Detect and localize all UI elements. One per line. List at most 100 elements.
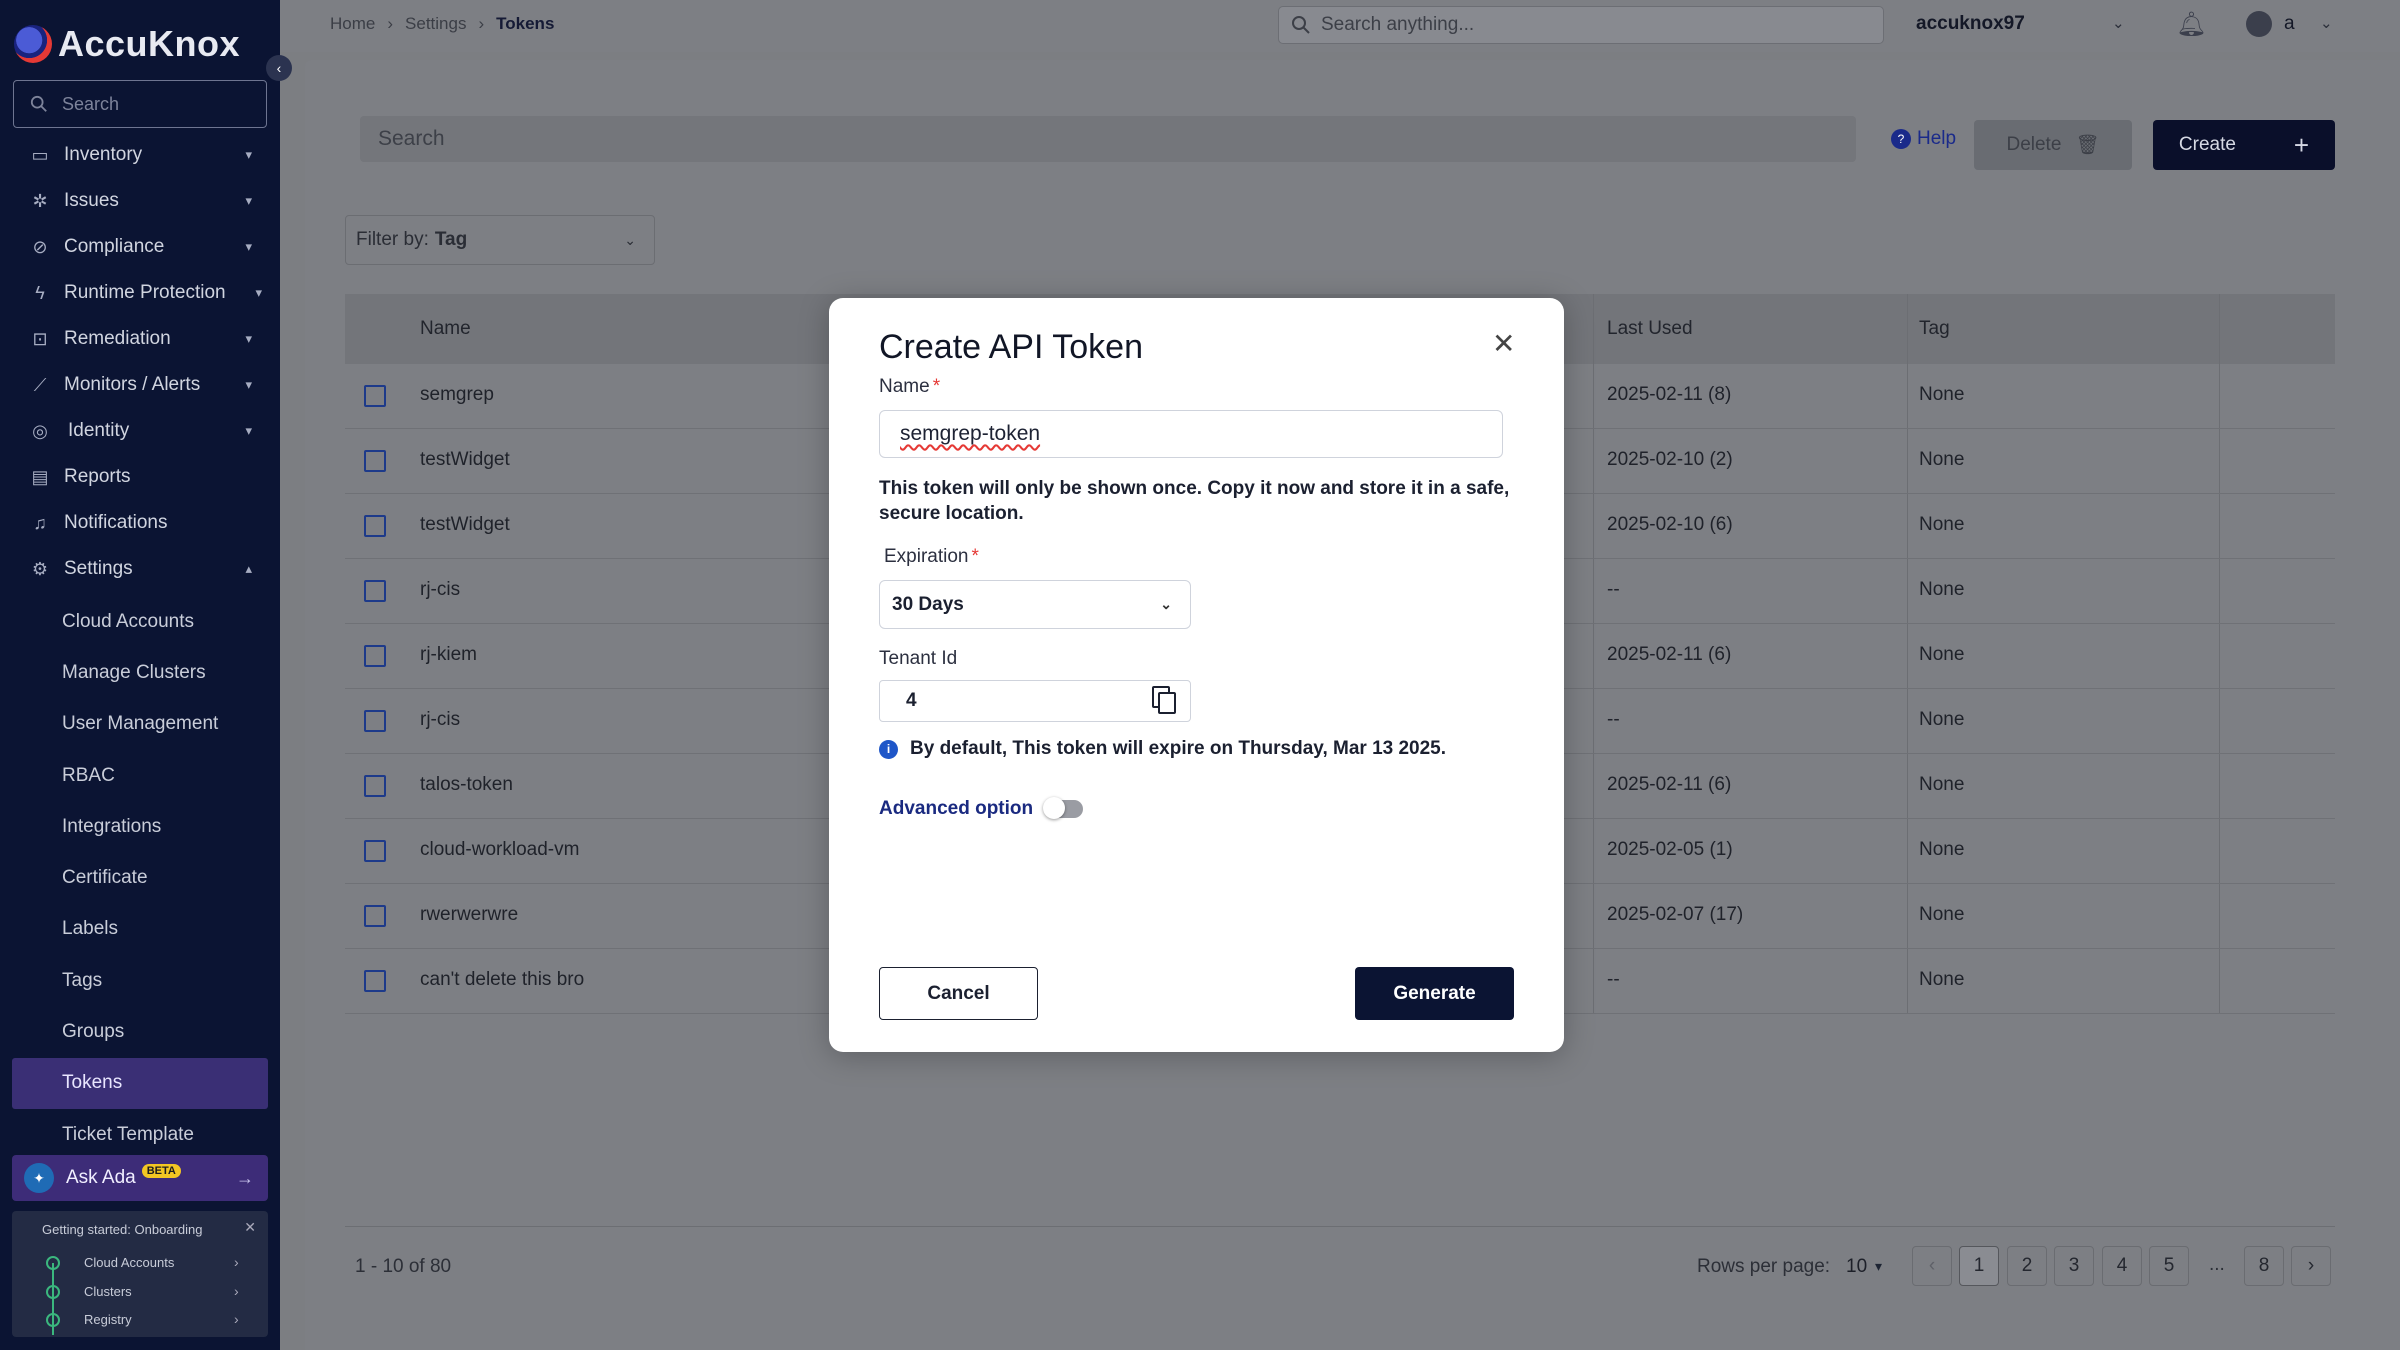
sidebar-subitem-tokens[interactable]: Tokens xyxy=(12,1057,268,1109)
chevron-down-icon: ▾ xyxy=(245,331,252,346)
generate-button[interactable]: Generate xyxy=(1355,967,1514,1020)
column-header-last-used[interactable]: Last Used xyxy=(1607,318,1693,340)
sidebar-item-inventory[interactable]: ▭ Inventory ▾ xyxy=(0,132,280,178)
page-button-5[interactable]: 5 xyxy=(2149,1246,2189,1286)
cell-tag: None xyxy=(1919,579,1965,600)
chevron-right-icon[interactable]: › xyxy=(234,1283,239,1299)
row-checkbox[interactable] xyxy=(364,970,386,992)
sidebar-subitem-labels[interactable]: Labels xyxy=(0,904,280,955)
tenant-selector[interactable]: accuknox97 xyxy=(1916,13,2025,35)
global-search-input[interactable]: Search anything... xyxy=(1278,6,1884,44)
close-icon[interactable]: ✕ xyxy=(244,1219,256,1236)
settings-submenu: Cloud Accounts Manage Clusters User Mana… xyxy=(0,596,280,1160)
sidebar-item-label: Monitors / Alerts xyxy=(64,374,201,395)
expiration-select[interactable]: 30 Days ⌄ xyxy=(879,580,1191,629)
notifications-bell-icon[interactable]: 🔔︎ xyxy=(2176,10,2206,39)
onboarding-step-registry[interactable]: Registry xyxy=(84,1312,132,1327)
breadcrumb-settings[interactable]: Settings xyxy=(405,14,466,34)
prev-page-button[interactable]: ‹ xyxy=(1912,1246,1952,1286)
close-icon[interactable]: ✕ xyxy=(1492,330,1515,358)
collapse-sidebar-button[interactable]: ‹ xyxy=(266,55,292,81)
beta-badge: BETA xyxy=(141,1164,181,1178)
copy-icon[interactable] xyxy=(1152,686,1178,716)
page-button-4[interactable]: 4 xyxy=(2102,1246,2142,1286)
filter-by-dropdown[interactable]: Filter by: Tag ⌄ xyxy=(345,215,655,265)
cell-last-used: 2025-02-10 (6) xyxy=(1607,514,1733,535)
token-name-field[interactable]: semgrep-token xyxy=(879,410,1503,458)
sidebar-search-input[interactable]: Search xyxy=(13,80,267,128)
onboarding-step-cloud-accounts[interactable]: Cloud Accounts xyxy=(84,1255,174,1270)
page-button-1[interactable]: 1 xyxy=(1959,1246,1999,1286)
ask-ada-button[interactable]: ✦ Ask Ada BETA → xyxy=(12,1155,268,1201)
cell-last-used: 2025-02-05 (1) xyxy=(1607,839,1733,860)
sidebar-subitem-user-management[interactable]: User Management xyxy=(0,699,280,750)
sidebar-item-remediation[interactable]: ⊡ Remediation ▾ xyxy=(0,316,280,362)
chevron-down-icon: ⌄ xyxy=(624,231,636,248)
rows-per-page-select[interactable]: 10 xyxy=(1846,1256,1867,1278)
filter-prefix: Filter by: xyxy=(356,229,429,250)
sidebar-subitem-cloud-accounts[interactable]: Cloud Accounts xyxy=(0,596,280,647)
chevron-right-icon[interactable]: › xyxy=(234,1254,239,1270)
cancel-button[interactable]: Cancel xyxy=(879,967,1038,1020)
avatar[interactable] xyxy=(2246,11,2272,37)
delete-button[interactable]: Delete 🗑︎ xyxy=(1974,120,2132,170)
next-page-button[interactable]: › xyxy=(2291,1246,2331,1286)
tokens-search-input[interactable]: Search xyxy=(360,116,1856,162)
sidebar-item-issues[interactable]: ✲ Issues ▾ xyxy=(0,178,280,224)
chevron-up-icon: ▴ xyxy=(245,561,252,576)
sidebar-item-identity[interactable]: ◎ Identity ▾ xyxy=(0,408,280,454)
onboarding-panel: Getting started: Onboarding ✕ Cloud Acco… xyxy=(12,1211,268,1337)
name-label-text: Name xyxy=(879,376,930,397)
row-checkbox[interactable] xyxy=(364,450,386,472)
help-link[interactable]: ? Help xyxy=(1891,128,1956,150)
sidebar-item-runtime-protection[interactable]: ϟ Runtime Protection ▾ xyxy=(0,270,280,316)
caret-down-icon[interactable]: ▾ xyxy=(1875,1258,1882,1275)
sidebar-item-settings[interactable]: ⚙ Settings ▴ xyxy=(0,546,280,592)
sidebar-subitem-tags[interactable]: Tags xyxy=(0,955,280,1006)
sidebar-subitem-certificate[interactable]: Certificate xyxy=(0,852,280,903)
row-checkbox[interactable] xyxy=(364,385,386,407)
sidebar-subitem-groups[interactable]: Groups xyxy=(0,1006,280,1057)
breadcrumb-separator: › xyxy=(387,14,394,33)
row-checkbox[interactable] xyxy=(364,905,386,927)
page-button-8[interactable]: 8 xyxy=(2244,1246,2284,1286)
sidebar-item-notifications[interactable]: ♫ Notifications xyxy=(0,500,280,546)
sidebar-item-monitors-alerts[interactable]: ⟋ Monitors / Alerts ▾ xyxy=(0,362,280,408)
sidebar-item-label: Runtime Protection xyxy=(64,282,226,303)
cell-tag: None xyxy=(1919,904,1965,925)
sidebar-subitem-manage-clusters[interactable]: Manage Clusters xyxy=(0,647,280,698)
page-button-3[interactable]: 3 xyxy=(2054,1246,2094,1286)
row-checkbox[interactable] xyxy=(364,645,386,667)
column-header-name[interactable]: Name xyxy=(420,318,471,340)
chevron-down-icon[interactable]: ⌄ xyxy=(2112,14,2125,32)
row-checkbox[interactable] xyxy=(364,515,386,537)
chevron-right-icon[interactable]: › xyxy=(234,1311,239,1327)
sidebar-item-compliance[interactable]: ⊘ Compliance ▾ xyxy=(0,224,280,270)
ask-ada-label: Ask Ada xyxy=(66,1167,136,1188)
column-header-tag[interactable]: Tag xyxy=(1919,318,1950,340)
sidebar-subitem-ticket-template[interactable]: Ticket Template xyxy=(0,1109,280,1160)
sidebar-item-reports[interactable]: ▤ Reports xyxy=(0,454,280,500)
chart-line-icon: ⟋ xyxy=(33,374,47,395)
cell-name: semgrep xyxy=(420,384,494,405)
row-checkbox[interactable] xyxy=(364,840,386,862)
onboarding-title: Getting started: Onboarding xyxy=(42,1222,203,1237)
cell-tag: None xyxy=(1919,514,1965,535)
create-button[interactable]: Create + xyxy=(2153,120,2335,170)
chevron-down-icon[interactable]: ⌄ xyxy=(2320,14,2333,32)
row-checkbox[interactable] xyxy=(364,710,386,732)
sidebar-subitem-rbac[interactable]: RBAC xyxy=(0,750,280,801)
breadcrumb-home[interactable]: Home xyxy=(330,14,375,34)
chevron-down-icon: ▾ xyxy=(245,239,252,254)
row-checkbox[interactable] xyxy=(364,775,386,797)
sidebar-subitem-integrations[interactable]: Integrations xyxy=(0,801,280,852)
cell-last-used: 2025-02-11 (6) xyxy=(1607,644,1732,665)
tokens-search-placeholder: Search xyxy=(378,127,445,150)
cell-name: can't delete this bro xyxy=(420,969,585,990)
onboarding-step-clusters[interactable]: Clusters xyxy=(84,1284,132,1299)
user-name[interactable]: a xyxy=(2284,13,2295,35)
advanced-option-toggle[interactable] xyxy=(1043,797,1084,819)
row-checkbox[interactable] xyxy=(364,580,386,602)
brand-logo[interactable]: AccuKnox xyxy=(14,22,240,66)
page-button-2[interactable]: 2 xyxy=(2007,1246,2047,1286)
